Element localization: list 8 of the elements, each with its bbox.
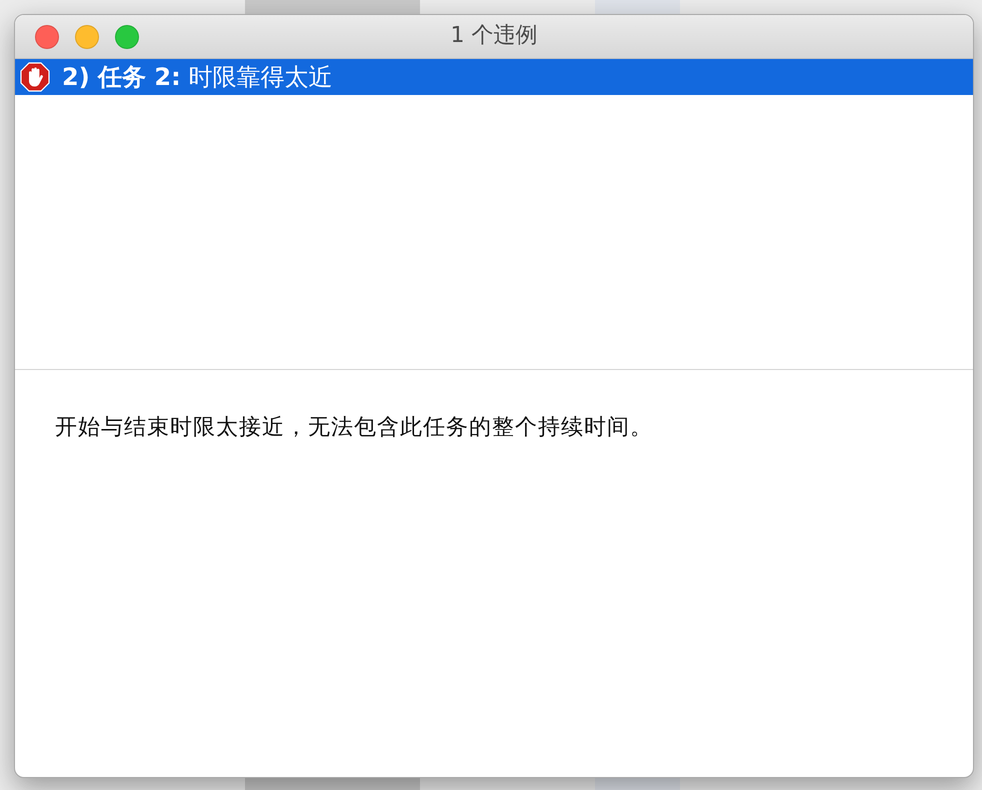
violation-description: 开始与结束时限太接近，无法包含此任务的整个持续时间。 — [55, 415, 653, 440]
window-title: 1 个违例 — [450, 22, 538, 48]
maximize-button[interactable] — [115, 24, 139, 48]
violation-row[interactable]: 2) 任务 2: 时限靠得太近 — [15, 59, 973, 95]
violation-title: 2) 任务 2: 时限靠得太近 — [62, 65, 332, 89]
close-button[interactable] — [35, 24, 59, 48]
minimize-button[interactable] — [75, 24, 99, 48]
stop-hand-icon — [20, 62, 50, 92]
